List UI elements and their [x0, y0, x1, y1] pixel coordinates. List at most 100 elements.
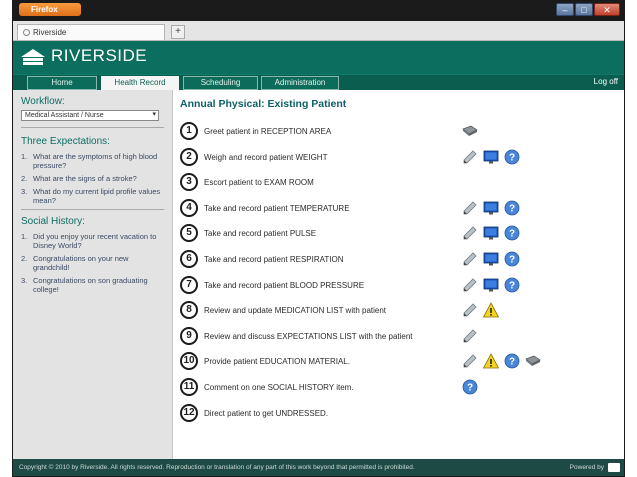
favicon-icon — [23, 29, 30, 36]
list-item: 3. Congratulations on son graduating coll… — [21, 276, 164, 294]
step-number: 12 — [180, 403, 198, 422]
step-number: 7 — [180, 275, 198, 294]
warning-icon[interactable] — [483, 353, 499, 369]
svg-text:?: ? — [509, 357, 515, 368]
svg-text:?: ? — [509, 203, 515, 214]
help-icon[interactable]: ? — [504, 225, 520, 241]
sidebar: Workflow: Medical Assistant / Nurse ▾ Th… — [13, 90, 173, 459]
help-icon[interactable]: ? — [504, 277, 520, 293]
maximize-button[interactable]: □ — [575, 3, 593, 16]
page-title: Annual Physical: Existing Patient — [180, 98, 347, 110]
pencil-icon[interactable] — [462, 353, 478, 369]
riverside-logo-icon — [21, 49, 45, 65]
book-icon[interactable] — [525, 353, 541, 369]
list-item-text: What are the signs of a stroke? — [33, 174, 137, 183]
step-actions: ? — [462, 251, 520, 267]
logoff-link[interactable]: Log off — [594, 77, 618, 86]
list-item-text: Did you enjoy your recent vacation to Di… — [33, 232, 157, 250]
browser-tabbar: Riverside + — [13, 21, 624, 41]
powered-by-text: Powered by — [569, 464, 604, 471]
help-icon[interactable]: ? — [504, 353, 520, 369]
footer: Copyright © 2010 by Riverside. All right… — [13, 459, 624, 476]
pencil-icon[interactable] — [462, 225, 478, 241]
divider — [21, 127, 164, 128]
step-number: 9 — [180, 326, 198, 345]
step-text: Weigh and record patient WEIGHT — [204, 152, 328, 162]
workflow-steps: 1 Greet patient in RECEPTION AREA 2 Weigh a… — [178, 120, 624, 427]
help-icon[interactable]: ? — [504, 251, 520, 267]
svg-text:?: ? — [509, 254, 515, 265]
window-controls: – □ ✕ — [556, 3, 620, 16]
help-icon[interactable]: ? — [462, 379, 478, 395]
nav-tab-scheduling[interactable]: Scheduling — [183, 76, 258, 90]
monitor-icon[interactable] — [483, 149, 499, 165]
step-actions — [462, 302, 499, 318]
close-button[interactable]: ✕ — [594, 3, 620, 16]
step-actions: ? — [462, 353, 541, 369]
workflow-step: 12 Direct patient to get UNDRESSED. — [178, 402, 624, 428]
browser-menu-button[interactable]: Firefox — [19, 3, 81, 16]
workflow-label: Workflow: — [21, 96, 65, 107]
browser-window: Firefox – □ ✕ Riverside + RIVERSIDE Home… — [12, 0, 625, 477]
step-number: 8 — [180, 301, 198, 320]
list-item: 3. What do my current lipid profile value… — [21, 187, 164, 205]
step-actions: ? — [462, 149, 520, 165]
main-content: Annual Physical: Existing Patient 1 Greet… — [174, 90, 624, 459]
nav-tab-home[interactable]: Home — [27, 76, 97, 90]
list-item-text: Congratulations on son graduating colleg… — [33, 276, 148, 294]
step-text: Review and discuss EXPECTATIONS LIST wit… — [204, 331, 413, 341]
book-icon[interactable] — [462, 123, 478, 139]
browser-titlebar: Firefox – □ ✕ — [13, 1, 624, 21]
help-icon[interactable]: ? — [504, 149, 520, 165]
pencil-icon[interactable] — [462, 149, 478, 165]
workflow-step: 5 Take and record patient PULSE? — [178, 222, 624, 248]
nav-tab-health-record[interactable]: Health Record — [101, 76, 179, 90]
social-history-list: 1. Did you enjoy your recent vacation to … — [21, 232, 164, 294]
step-text: Direct patient to get UNDRESSED. — [204, 408, 329, 418]
step-actions: ? — [462, 379, 478, 395]
monitor-icon[interactable] — [483, 277, 499, 293]
step-number: 1 — [180, 122, 198, 140]
step-number: 10 — [180, 352, 198, 371]
list-item-text: Congratulations on your new grandchild! — [33, 254, 129, 272]
copyright-text: Copyright © 2010 by Riverside. All right… — [19, 464, 415, 471]
list-item-number: 3. — [21, 276, 28, 285]
step-actions — [462, 123, 478, 139]
step-number: 5 — [180, 224, 198, 243]
step-text: Take and record patient BLOOD PRESSURE — [204, 280, 365, 290]
app-header: RIVERSIDE — [13, 41, 624, 74]
pencil-icon[interactable] — [462, 251, 478, 267]
monitor-icon[interactable] — [483, 251, 499, 267]
workflow-step: 4 Take and record patient TEMPERATURE? — [178, 197, 624, 223]
svg-text:?: ? — [509, 152, 515, 163]
workflow-step: 9 Review and discuss EXPECTATIONS LIST wi… — [178, 325, 624, 351]
help-icon[interactable]: ? — [504, 200, 520, 216]
monitor-icon[interactable] — [483, 200, 499, 216]
svg-text:?: ? — [509, 280, 515, 291]
list-item: 2. Congratulations on your new grandchild… — [21, 254, 164, 272]
step-actions: ? — [462, 277, 520, 293]
browser-tab[interactable]: Riverside — [17, 24, 165, 40]
monitor-icon[interactable] — [483, 225, 499, 241]
pencil-icon[interactable] — [462, 328, 478, 344]
step-number: 4 — [180, 198, 198, 217]
list-item: 1. Did you enjoy your recent vacation to … — [21, 232, 164, 250]
step-text: Take and record patient RESPIRATION — [204, 254, 344, 264]
pencil-icon[interactable] — [462, 200, 478, 216]
list-item: 1. What are the symptoms of high blood pr… — [21, 152, 164, 170]
pencil-icon[interactable] — [462, 277, 478, 293]
new-tab-button[interactable]: + — [171, 25, 185, 39]
minimize-button[interactable]: – — [556, 3, 574, 16]
expectations-heading: Three Expectations: — [21, 136, 110, 147]
list-item-number: 2. — [21, 254, 28, 263]
step-text: Greet patient in RECEPTION AREA — [204, 127, 332, 136]
browser-tab-label: Riverside — [33, 28, 67, 37]
step-number: 6 — [180, 249, 198, 268]
workflow-select[interactable]: Medical Assistant / Nurse ▾ — [21, 110, 159, 121]
warning-icon[interactable] — [483, 302, 499, 318]
step-text: Take and record patient PULSE — [204, 229, 317, 239]
pencil-icon[interactable] — [462, 302, 478, 318]
nav-tab-administration[interactable]: Administration — [261, 76, 339, 90]
step-actions — [462, 328, 478, 344]
step-actions: ? — [462, 200, 520, 216]
